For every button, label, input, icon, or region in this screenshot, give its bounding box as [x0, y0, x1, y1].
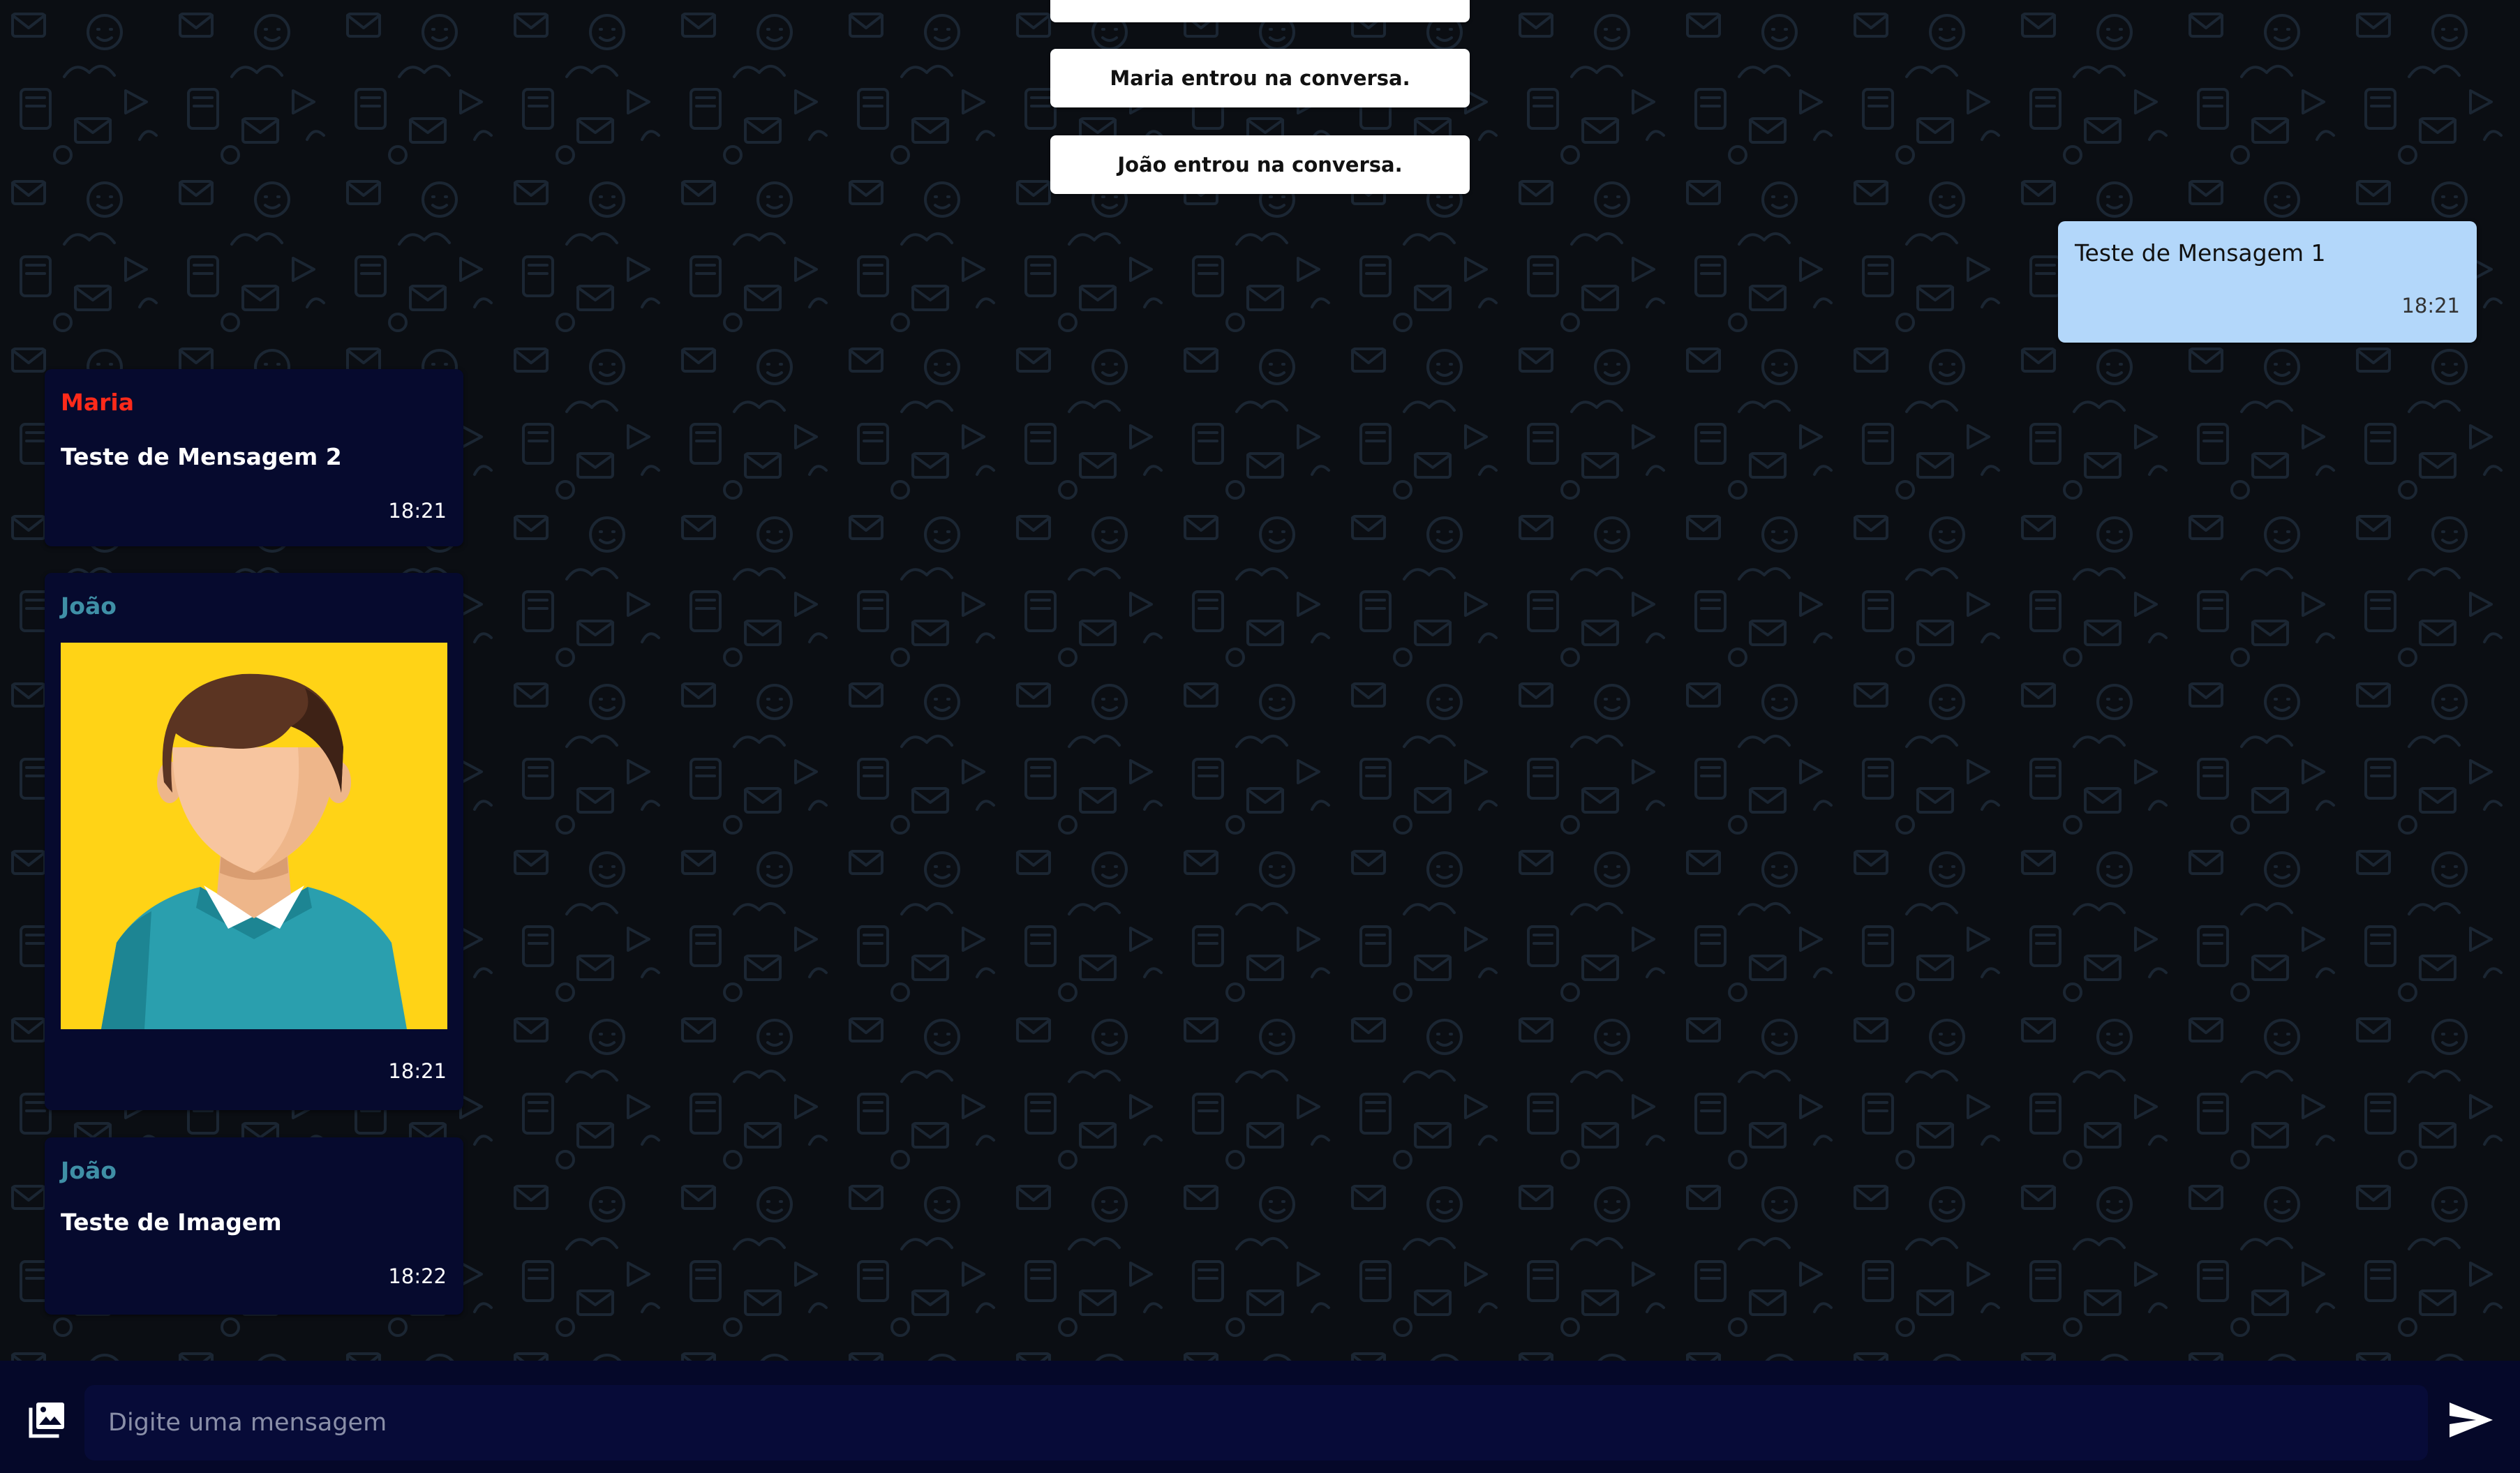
system-message: Maria entrou na conversa. [1050, 49, 1470, 107]
message-composer [0, 1361, 2520, 1473]
message-input[interactable] [84, 1385, 2428, 1460]
message-time: 18:21 [388, 1059, 447, 1083]
incoming-message-bubble[interactable]: João Teste de Imagem 18:22 [45, 1137, 463, 1315]
message-text: Teste de Mensagem 2 [61, 443, 342, 470]
chat-area[interactable]: Maria entrou na conversa. João entrou na… [0, 0, 2520, 1361]
image-gallery-icon [29, 1403, 64, 1438]
message-text: Teste de Mensagem 1 [2075, 239, 2326, 267]
send-button[interactable] [2448, 1400, 2494, 1440]
attach-image-button[interactable] [27, 1400, 67, 1440]
person-avatar-image[interactable] [61, 643, 447, 1029]
system-message-text: Maria entrou na conversa. [1110, 66, 1410, 90]
sender-name: João [61, 592, 117, 620]
system-message-partial [1050, 0, 1470, 22]
sender-name: Maria [61, 389, 134, 416]
sender-name: João [61, 1157, 117, 1184]
message-time: 18:21 [388, 499, 447, 523]
system-message: João entrou na conversa. [1050, 135, 1470, 194]
message-time: 18:22 [388, 1264, 447, 1288]
incoming-message-bubble[interactable]: João 18:21 [45, 573, 463, 1110]
incoming-message-bubble[interactable]: Maria Teste de Mensagem 2 18:21 [45, 369, 463, 546]
message-time: 18:21 [2401, 294, 2460, 317]
message-text: Teste de Imagem [61, 1209, 282, 1236]
outgoing-message-bubble[interactable]: Teste de Mensagem 1 18:21 [2058, 221, 2477, 343]
system-message-text: João entrou na conversa. [1117, 153, 1403, 177]
send-arrow-icon [2450, 1403, 2493, 1437]
